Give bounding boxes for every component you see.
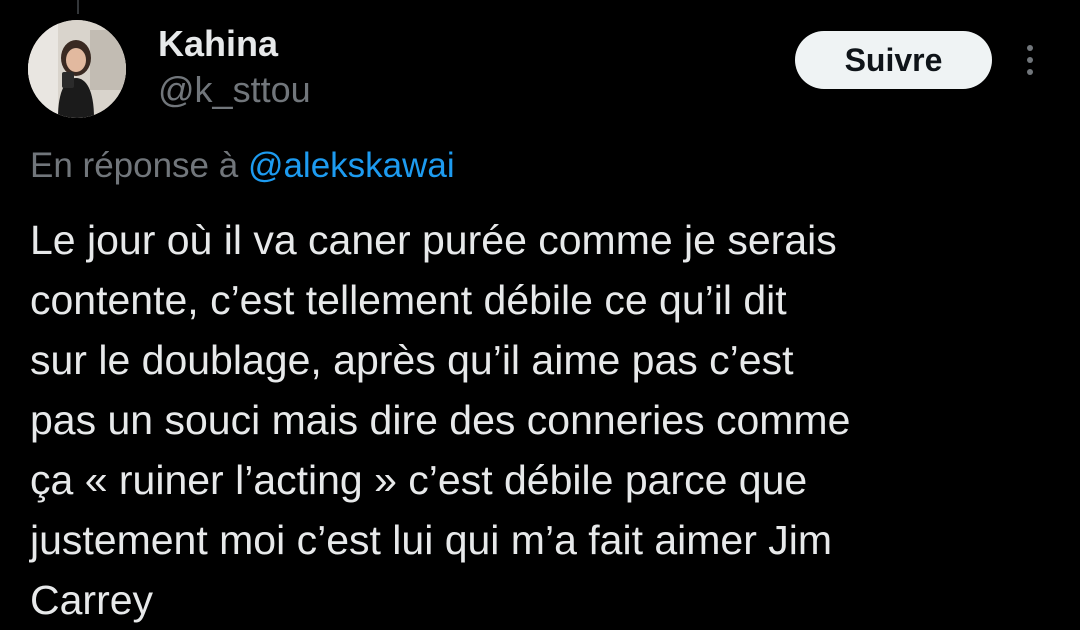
tweet-text-line: sur le doublage, après qu’il aime pas c’…	[30, 337, 794, 383]
vertical-ellipsis-icon	[1027, 45, 1033, 75]
profile-photo-icon	[28, 20, 126, 118]
tweet-text-line: Carrey	[30, 577, 154, 623]
author-display-name[interactable]: Kahina	[158, 22, 278, 66]
tweet-text-line: Le jour où il va caner purée comme je se…	[30, 217, 837, 263]
tweet-text: Le jour où il va caner purée comme je se…	[30, 210, 1060, 630]
reply-mention-link[interactable]: @alekskawai	[248, 146, 455, 185]
tweet-text-line: pas un souci mais dire des conneries com…	[30, 397, 851, 443]
tweet-text-line: justement moi c’est lui qui m’a fait aim…	[30, 517, 833, 563]
avatar[interactable]	[28, 20, 126, 118]
tweet-text-line: ça « ruiner l’acting » c’est débile parc…	[30, 457, 808, 503]
tweet-text-line: contente, c’est tellement débile ce qu’i…	[30, 277, 787, 323]
reply-context: En réponse à @alekskawai	[30, 142, 455, 190]
reply-prefix: En réponse à	[30, 146, 248, 185]
author-handle[interactable]: @k_sttou	[158, 68, 311, 112]
follow-button[interactable]: Suivre	[795, 31, 992, 89]
more-options-icon[interactable]	[1012, 38, 1048, 82]
thread-connector-line	[77, 0, 79, 14]
